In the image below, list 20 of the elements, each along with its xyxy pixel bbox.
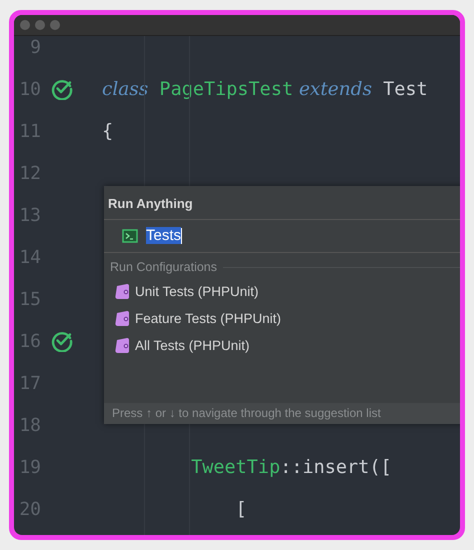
configuration-item[interactable]: Unit Tests (PHPUnit) bbox=[104, 278, 460, 305]
configuration-item[interactable]: All Tests (PHPUnit) bbox=[104, 332, 460, 359]
code-line: class PageTipsTest extends Test bbox=[102, 78, 428, 100]
check-circle-icon[interactable] bbox=[51, 330, 73, 352]
code-line: { bbox=[102, 120, 114, 142]
minimize-button[interactable] bbox=[35, 20, 45, 30]
test-config-icon bbox=[114, 283, 131, 300]
section-header: Run Configurations bbox=[110, 260, 218, 274]
terminal-icon bbox=[122, 228, 138, 242]
hint-text: Press ↑ or ↓ to navigate through the suggestion list bbox=[104, 403, 460, 424]
popup-title: Run Anything bbox=[104, 186, 460, 220]
search-field[interactable]: Tests bbox=[146, 227, 182, 244]
test-config-icon bbox=[114, 337, 131, 354]
code-line: [ bbox=[234, 498, 247, 520]
configuration-item[interactable]: Feature Tests (PHPUnit) bbox=[104, 305, 460, 332]
test-config-icon bbox=[114, 310, 131, 327]
check-circle-icon[interactable] bbox=[51, 78, 73, 100]
close-button[interactable] bbox=[20, 20, 30, 30]
code-line: TweetTip::insert([ bbox=[190, 456, 392, 478]
zoom-button[interactable] bbox=[50, 20, 60, 30]
